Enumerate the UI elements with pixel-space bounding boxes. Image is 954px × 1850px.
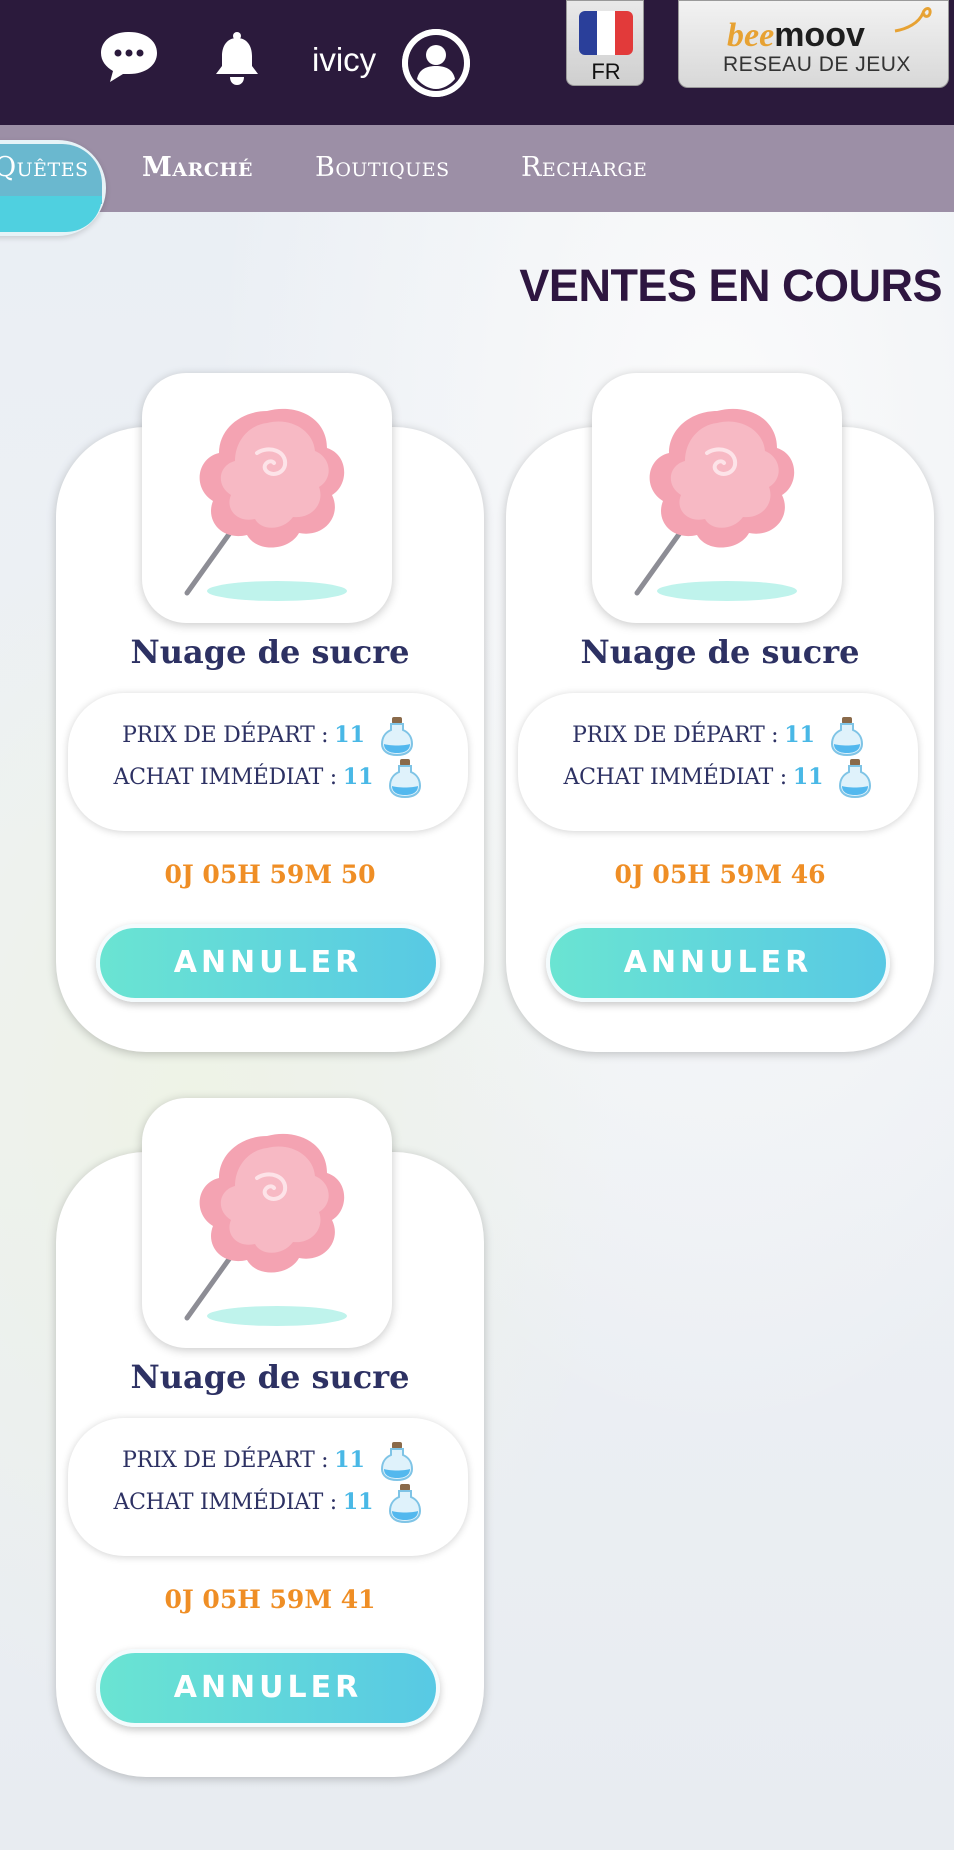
price-box: PRIX DE DÉPART :11 ACHAT IMMÉDIAT :11 xyxy=(68,1418,468,1556)
france-flag-icon xyxy=(579,11,633,55)
network-logo-link[interactable]: beemoov RESEAU DE JEUX xyxy=(678,0,949,88)
start-price-label: PRIX DE DÉPART : xyxy=(122,1448,329,1473)
price-box: PRIX DE DÉPART :11 ACHAT IMMÉDIAT :11 xyxy=(68,693,468,831)
cancel-button[interactable]: ANNULER xyxy=(96,1649,440,1727)
start-price-label: PRIX DE DÉPART : xyxy=(122,723,329,748)
network-subtitle: RESEAU DE JEUX xyxy=(723,53,911,76)
time-remaining: 0J 05H 59M 41 xyxy=(164,1585,376,1614)
nav-item-quetes[interactable]: Quêtes xyxy=(0,148,89,188)
cancel-button[interactable]: ANNULER xyxy=(96,924,440,1002)
nav-item-marche[interactable]: Marché xyxy=(142,148,253,188)
item-thumbnail xyxy=(142,1098,392,1348)
time-remaining: 0J 05H 59M 50 xyxy=(164,860,376,889)
item-name: Nuage de sucre xyxy=(130,633,410,671)
buy-now-line: ACHAT IMMÉDIAT :11 xyxy=(518,757,918,798)
start-price-label: PRIX DE DÉPART : xyxy=(572,723,779,748)
time-remaining: 0J 05H 59M 46 xyxy=(614,860,826,889)
bell-icon[interactable] xyxy=(210,30,264,86)
item-thumbnail xyxy=(142,373,392,623)
nav-item-recharge[interactable]: Recharge xyxy=(521,148,647,188)
start-price-line: PRIX DE DÉPART :11 xyxy=(68,1440,468,1481)
potion-bottle-icon xyxy=(830,717,863,756)
chat-icon[interactable] xyxy=(98,28,160,86)
start-price-value: 11 xyxy=(784,722,815,748)
buy-now-value: 11 xyxy=(792,764,824,790)
buy-now-line: ACHAT IMMÉDIAT :11 xyxy=(68,1482,468,1523)
cotton-candy-icon xyxy=(184,408,347,601)
buy-now-label: ACHAT IMMÉDIAT : xyxy=(113,1490,338,1515)
start-price-value: 11 xyxy=(334,1447,365,1473)
page-title: VENTES EN COURS xyxy=(519,260,942,311)
item-thumbnail xyxy=(592,373,842,623)
buy-now-line: ACHAT IMMÉDIAT :11 xyxy=(68,757,468,798)
potion-bottle-icon xyxy=(839,759,872,798)
buy-now-label: ACHAT IMMÉDIAT : xyxy=(563,765,788,790)
start-price-line: PRIX DE DÉPART :11 xyxy=(518,715,918,756)
buy-now-value: 11 xyxy=(342,1489,374,1515)
potion-bottle-icon xyxy=(389,759,422,798)
price-box: PRIX DE DÉPART :11 ACHAT IMMÉDIAT :11 xyxy=(518,693,918,831)
potion-bottle-icon xyxy=(389,1484,422,1523)
language-selector[interactable]: FR xyxy=(566,0,644,86)
buy-now-label: ACHAT IMMÉDIAT : xyxy=(113,765,338,790)
nav-item-boutiques[interactable]: Boutiques xyxy=(315,148,450,188)
network-logo: beemoov xyxy=(727,16,865,54)
start-price-line: PRIX DE DÉPART :11 xyxy=(68,715,468,756)
potion-bottle-icon xyxy=(380,1442,413,1481)
potion-bottle-icon xyxy=(380,717,413,756)
item-name: Nuage de sucre xyxy=(130,1358,410,1396)
logo-swirl-icon xyxy=(894,7,932,33)
item-name: Nuage de sucre xyxy=(580,633,860,671)
language-label: FR xyxy=(591,59,621,84)
buy-now-value: 11 xyxy=(342,764,374,790)
cotton-candy-icon xyxy=(184,1133,347,1326)
cotton-candy-icon xyxy=(634,408,797,601)
user-avatar-icon[interactable] xyxy=(402,29,470,97)
cancel-button[interactable]: ANNULER xyxy=(546,924,890,1002)
username[interactable]: ivicy xyxy=(312,40,376,80)
start-price-value: 11 xyxy=(334,722,365,748)
